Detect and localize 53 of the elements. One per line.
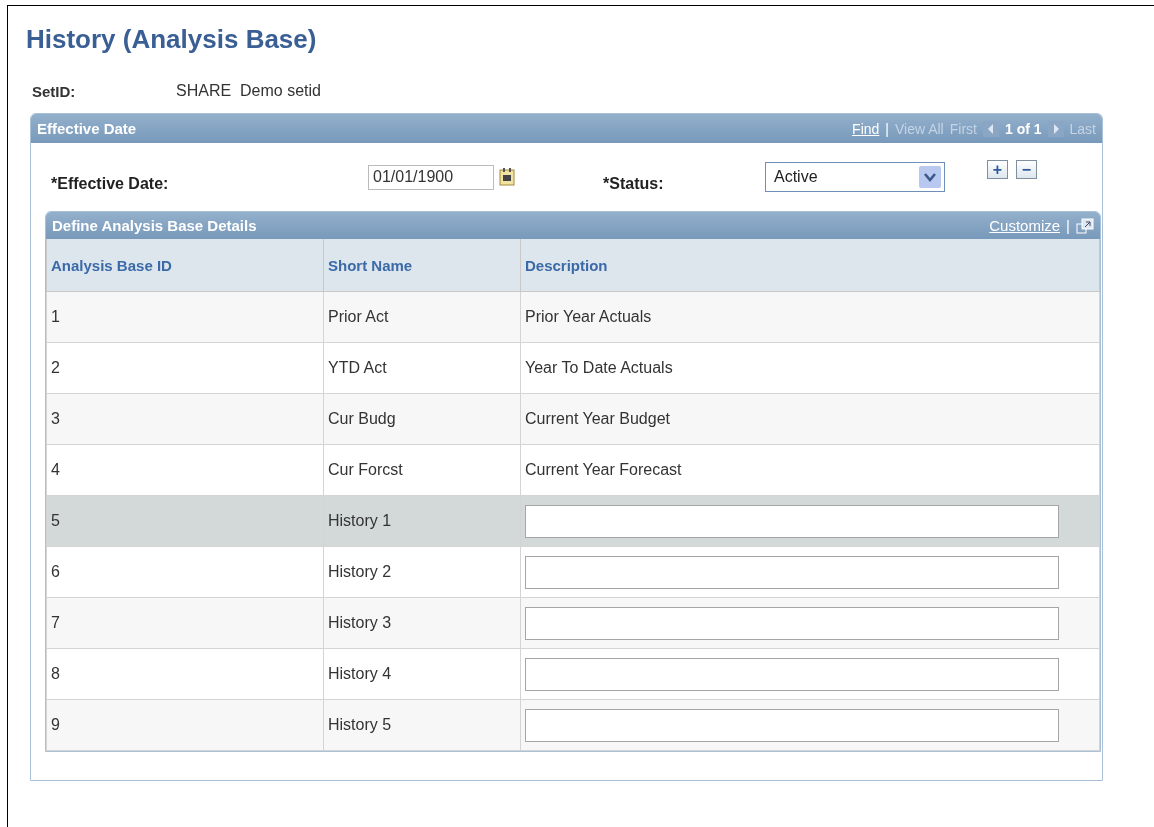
status-label: *Status: — [603, 175, 665, 193]
table-cell: Current Year Budget — [520, 393, 1100, 445]
table-cell: 6 — [46, 546, 324, 598]
calendar-icon[interactable] — [499, 168, 515, 186]
grid-title: Define Analysis Base Details — [52, 217, 258, 234]
table-cell: 7 — [46, 597, 324, 649]
column-header: Description — [520, 239, 1100, 292]
panel-title: Effective Date — [37, 120, 138, 137]
description-field[interactable] — [525, 708, 1059, 742]
delete-row-button[interactable]: − — [1016, 159, 1037, 179]
last-link[interactable]: Last — [1069, 120, 1096, 137]
table-cell: Prior Year Actuals — [520, 291, 1100, 343]
table-cell: Current Year Forecast — [520, 444, 1100, 496]
table-cell: 4 — [46, 444, 324, 496]
setid-value: SHARE — [176, 82, 233, 100]
table-cell: 2 — [46, 342, 324, 394]
table-cell: Prior Act — [323, 291, 521, 343]
table-cell: 1 — [46, 291, 324, 343]
description-field[interactable] — [525, 606, 1059, 640]
customize-link[interactable]: Customize — [989, 217, 1061, 234]
page-title: History (Analysis Base) — [26, 23, 318, 55]
effective-date-label: *Effective Date: — [51, 175, 170, 193]
description-field[interactable] — [525, 504, 1059, 538]
table-cell: YTD Act — [323, 342, 521, 394]
table-cell: Cur Forcst — [323, 444, 521, 496]
first-link[interactable]: First — [949, 120, 977, 137]
description-field[interactable] — [525, 657, 1059, 691]
effective-date-field[interactable]: 01/01/1900 — [368, 164, 494, 190]
table-cell: Cur Budg — [323, 393, 521, 445]
table-cell: History 2 — [323, 546, 521, 598]
view-all-link[interactable]: View All — [894, 120, 944, 137]
new-window-icon[interactable] — [1076, 217, 1094, 234]
separator: | — [1066, 217, 1070, 234]
table-cell: 3 — [46, 393, 324, 445]
column-header: Short Name — [323, 239, 521, 292]
setid-label: SetID: — [32, 82, 77, 100]
description-field[interactable] — [525, 555, 1059, 589]
table-cell: 8 — [46, 648, 324, 700]
status-dropdown[interactable]: Active — [765, 162, 945, 192]
page-count: 1 of 1 — [1004, 120, 1042, 137]
table-cell: 9 — [46, 699, 324, 751]
column-header: Analysis Base ID — [46, 239, 324, 292]
table-cell: History 3 — [323, 597, 521, 649]
table-cell: 5 — [46, 495, 324, 547]
table-cell: History 5 — [323, 699, 521, 751]
add-row-button[interactable]: + — [987, 159, 1008, 179]
separator: | — [885, 120, 889, 137]
chevron-down-icon — [919, 166, 941, 188]
find-link[interactable]: Find — [852, 120, 880, 137]
setid-description: Demo setid — [240, 82, 321, 100]
table-cell: History 1 — [323, 495, 521, 547]
table-cell: Year To Date Actuals — [520, 342, 1100, 394]
table-cell: History 4 — [323, 648, 521, 700]
